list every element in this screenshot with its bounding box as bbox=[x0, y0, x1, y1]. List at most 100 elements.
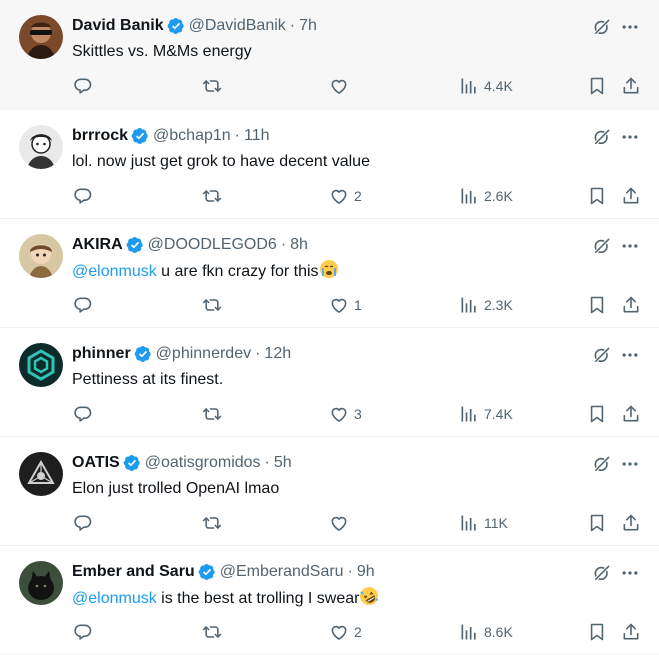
timestamp[interactable]: 7h bbox=[299, 14, 317, 38]
timestamp[interactable]: 11h bbox=[244, 124, 270, 148]
grok-icon[interactable] bbox=[592, 563, 612, 583]
views-button[interactable]: 11K bbox=[459, 513, 508, 533]
avatar-sunglasses[interactable] bbox=[19, 15, 63, 59]
share-button[interactable] bbox=[621, 622, 641, 642]
avatar-triangle-logo[interactable] bbox=[19, 452, 63, 496]
author-name[interactable]: OATIS bbox=[72, 451, 120, 475]
reply-tweet[interactable]: AKIRA @DOODLEGOD6 · 8h @elonmusk u are f… bbox=[0, 219, 659, 328]
views-chart-icon bbox=[459, 622, 479, 642]
reply-tweet[interactable]: David Banik @DavidBanik · 7h Skittles vs… bbox=[0, 0, 659, 110]
avatar-dark-cat[interactable] bbox=[19, 561, 63, 605]
reply-button[interactable] bbox=[73, 186, 98, 206]
heart-icon bbox=[329, 295, 349, 315]
reply-tweet[interactable]: OATIS @oatisgromidos · 5h Elon just trol… bbox=[0, 437, 659, 546]
author-name[interactable]: Ember and Saru bbox=[72, 560, 195, 584]
bookmark-button[interactable] bbox=[587, 404, 607, 424]
share-button[interactable] bbox=[621, 186, 641, 206]
tweet-actions: 4.4K bbox=[0, 76, 659, 100]
views-count: 4.4K bbox=[484, 78, 513, 94]
avatar-sketch[interactable] bbox=[19, 125, 63, 169]
mention-link[interactable]: @elonmusk bbox=[72, 263, 157, 280]
author-handle[interactable]: @oatisgromidos bbox=[145, 451, 261, 475]
more-options-icon[interactable] bbox=[620, 563, 640, 583]
mention-link[interactable]: @elonmusk bbox=[72, 590, 157, 607]
repost-button[interactable] bbox=[202, 186, 227, 206]
like-button[interactable] bbox=[329, 76, 354, 96]
tweet-text: Pettiness at its finest. bbox=[72, 368, 223, 392]
share-button[interactable] bbox=[621, 513, 641, 533]
views-button[interactable]: 2.6K bbox=[459, 186, 513, 206]
reply-button[interactable] bbox=[73, 76, 98, 96]
repost-button[interactable] bbox=[202, 404, 227, 424]
share-button[interactable] bbox=[621, 76, 641, 96]
timestamp[interactable]: 5h bbox=[274, 451, 292, 475]
like-button[interactable]: 1 bbox=[329, 295, 362, 315]
tweet-header: Ember and Saru @EmberandSaru · 9h bbox=[72, 560, 375, 584]
avatar-hex-logo[interactable] bbox=[19, 343, 63, 387]
grok-icon[interactable] bbox=[592, 345, 612, 365]
tweet-header: brrrock @bchap1n · 11h bbox=[72, 124, 270, 148]
more-options-icon[interactable] bbox=[620, 17, 640, 37]
views-button[interactable]: 8.6K bbox=[459, 622, 513, 642]
reply-button[interactable] bbox=[73, 513, 98, 533]
reply-feed: David Banik @DavidBanik · 7h Skittles vs… bbox=[0, 0, 659, 655]
repost-button[interactable] bbox=[202, 295, 227, 315]
author-name[interactable]: phinner bbox=[72, 342, 131, 366]
author-handle[interactable]: @EmberandSaru bbox=[220, 560, 344, 584]
more-options-icon[interactable] bbox=[620, 345, 640, 365]
share-icon bbox=[621, 513, 641, 533]
views-button[interactable]: 2.3K bbox=[459, 295, 513, 315]
more-options-icon[interactable] bbox=[620, 127, 640, 147]
author-name[interactable]: brrrock bbox=[72, 124, 128, 148]
avatar-character[interactable] bbox=[19, 234, 63, 278]
timestamp[interactable]: 12h bbox=[264, 342, 291, 366]
bookmark-button[interactable] bbox=[587, 76, 607, 96]
share-button[interactable] bbox=[621, 295, 641, 315]
likes-count: 2 bbox=[354, 188, 362, 204]
author-handle[interactable]: @phinnerdev bbox=[156, 342, 251, 366]
bookmark-button[interactable] bbox=[587, 295, 607, 315]
separator-dot: · bbox=[280, 236, 287, 253]
likes-count: 2 bbox=[354, 624, 362, 640]
author-name[interactable]: AKIRA bbox=[72, 233, 123, 257]
like-button[interactable]: 2 bbox=[329, 186, 362, 206]
bookmark-button[interactable] bbox=[587, 622, 607, 642]
grok-icon[interactable] bbox=[592, 127, 612, 147]
reply-tweet[interactable]: Ember and Saru @EmberandSaru · 9h @elonm… bbox=[0, 546, 659, 655]
verified-badge-icon bbox=[126, 236, 144, 254]
reply-tweet[interactable]: phinner @phinnerdev · 12h Pettiness at i… bbox=[0, 328, 659, 437]
share-button[interactable] bbox=[621, 404, 641, 424]
views-button[interactable]: 4.4K bbox=[459, 76, 513, 96]
grok-icon[interactable] bbox=[592, 236, 612, 256]
author-handle[interactable]: @DavidBanik bbox=[189, 14, 286, 38]
author-name[interactable]: David Banik bbox=[72, 14, 164, 38]
repost-button[interactable] bbox=[202, 76, 227, 96]
reply-tweet[interactable]: brrrock @bchap1n · 11h lol. now just get… bbox=[0, 110, 659, 219]
like-button[interactable] bbox=[329, 513, 354, 533]
timestamp[interactable]: 8h bbox=[290, 233, 308, 257]
bookmark-button[interactable] bbox=[587, 513, 607, 533]
loudly-crying-face-emoji bbox=[319, 259, 339, 279]
like-button[interactable]: 3 bbox=[329, 404, 362, 424]
views-button[interactable]: 7.4K bbox=[459, 404, 513, 424]
timestamp[interactable]: 9h bbox=[357, 560, 375, 584]
grok-icon[interactable] bbox=[592, 17, 612, 37]
grok-icon[interactable] bbox=[592, 454, 612, 474]
repost-icon bbox=[202, 186, 222, 206]
author-handle[interactable]: @DOODLEGOD6 bbox=[148, 233, 277, 257]
like-button[interactable]: 2 bbox=[329, 622, 362, 642]
bookmark-button[interactable] bbox=[587, 186, 607, 206]
more-options-icon[interactable] bbox=[620, 454, 640, 474]
reply-button[interactable] bbox=[73, 622, 98, 642]
repost-icon bbox=[202, 76, 222, 96]
separator-dot: · bbox=[234, 127, 240, 144]
author-handle[interactable]: @bchap1n bbox=[153, 124, 231, 148]
verified-badge-icon bbox=[167, 17, 185, 35]
repost-button[interactable] bbox=[202, 622, 227, 642]
more-options-icon[interactable] bbox=[620, 236, 640, 256]
reply-button[interactable] bbox=[73, 295, 98, 315]
repost-button[interactable] bbox=[202, 513, 227, 533]
views-chart-icon bbox=[459, 186, 479, 206]
reply-button[interactable] bbox=[73, 404, 98, 424]
reply-icon bbox=[73, 76, 93, 96]
